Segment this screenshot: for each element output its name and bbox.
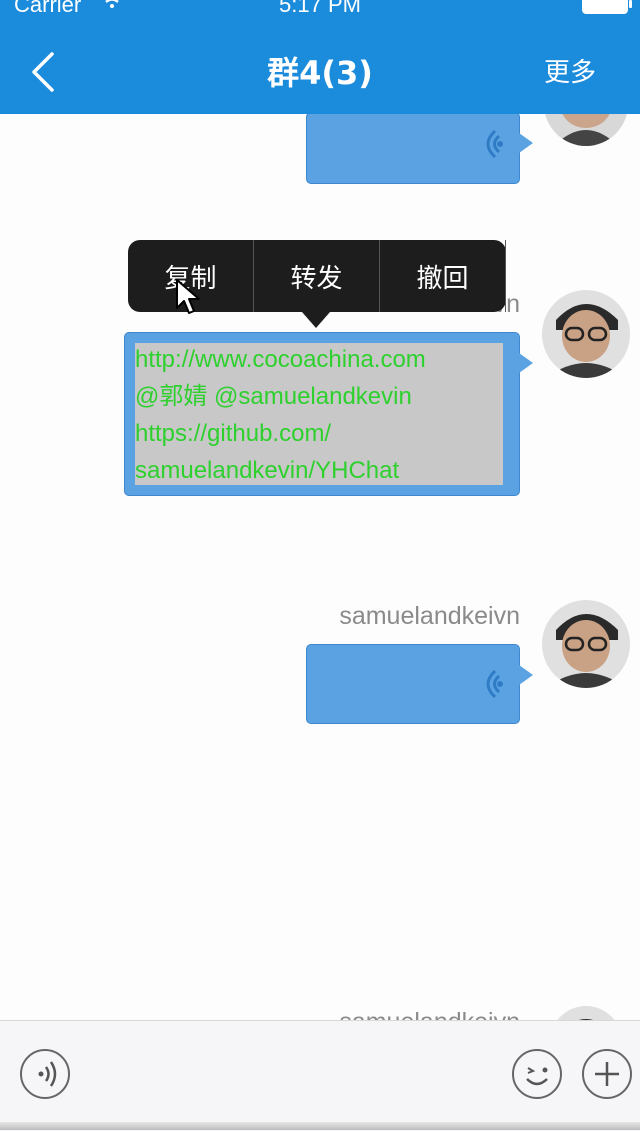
more-button[interactable]: 更多 <box>544 52 596 89</box>
smiley-icon <box>526 1067 548 1086</box>
battery-icon <box>582 0 632 14</box>
more-input-button[interactable] <box>582 1049 632 1099</box>
menu-item-forward[interactable]: 转发 <box>254 240 380 312</box>
sender-name: samuelandkeivn <box>300 1008 520 1020</box>
status-time: 5:17 PM <box>279 0 361 17</box>
menu-pointer <box>302 312 330 328</box>
voice-message-bubble[interactable] <box>306 644 533 724</box>
avatar[interactable] <box>544 114 628 146</box>
message-text[interactable]: http://www.cocoachina.com @郭婧 @samueland… <box>135 341 515 489</box>
mouse-cursor-icon <box>176 279 200 314</box>
nav-bar: Carrier 5:17 PM 群4(3) 更多 <box>0 0 640 114</box>
input-toolbar <box>0 1020 640 1131</box>
avatar[interactable] <box>542 290 630 378</box>
menu-item-recall[interactable]: 撤回 <box>380 240 506 312</box>
avatar[interactable] <box>542 600 630 688</box>
link-line[interactable]: http://www.cocoachina.com <box>135 341 515 378</box>
text-message-bubble[interactable]: http://www.cocoachina.com @郭婧 @samueland… <box>124 332 533 496</box>
bottom-edge <box>0 1122 640 1130</box>
mention-line[interactable]: @郭婧 @samuelandkevin <box>135 378 515 415</box>
status-bar: Carrier 5:17 PM <box>0 0 640 17</box>
emoji-button[interactable] <box>512 1049 562 1099</box>
plus-icon <box>595 1062 619 1086</box>
voice-input-button[interactable] <box>20 1049 70 1099</box>
voice-wave-icon <box>38 1061 57 1087</box>
voice-wave-icon <box>486 129 503 159</box>
avatar[interactable] <box>550 1006 622 1020</box>
sender-name: samuelandkeivn <box>339 602 520 630</box>
voice-message-bubble[interactable] <box>306 114 533 184</box>
voice-wave-icon <box>486 669 503 699</box>
link-line[interactable]: https://github.com/ <box>135 415 515 452</box>
link-line[interactable]: samuelandkevin/YHChat <box>135 452 515 489</box>
